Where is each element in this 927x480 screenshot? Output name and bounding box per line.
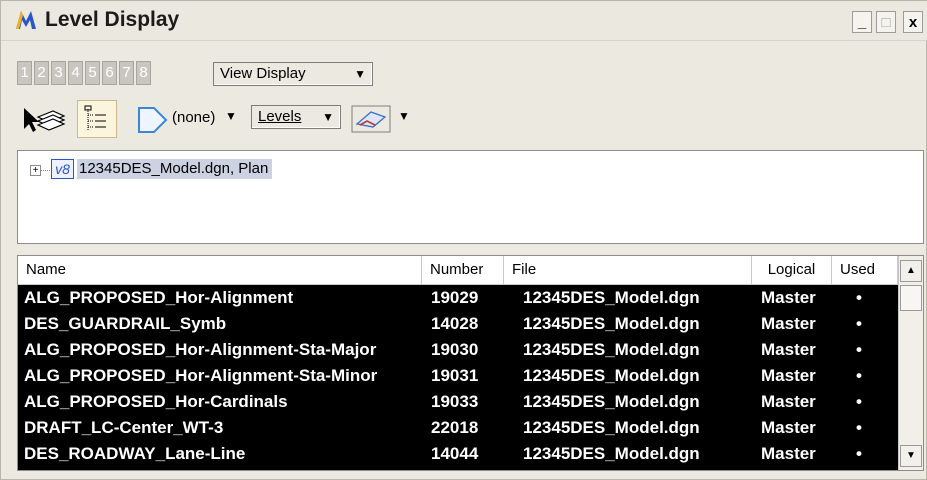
levels-dropdown[interactable]: Levels ▼: [251, 105, 341, 129]
column-header-name[interactable]: Name: [18, 256, 422, 284]
view-2-button[interactable]: 2: [34, 61, 49, 85]
tree-toggle-button[interactable]: [77, 100, 117, 138]
table-row[interactable]: ALG_PROPOSED_Hor-Alignment 19029 12345DE…: [18, 285, 898, 311]
cell-used: •: [856, 444, 862, 463]
cell-name: DES_ROADWAY_Lane-Line: [24, 444, 246, 463]
cell-file: 12345DES_Model.dgn: [523, 340, 700, 359]
filter-icon[interactable]: [136, 105, 170, 135]
cell-number: 22018: [431, 418, 479, 437]
tree-view-icon: [84, 105, 106, 131]
tree-item-model[interactable]: 12345DES_Model.dgn, Plan: [77, 159, 273, 179]
column-header-file[interactable]: File: [504, 256, 752, 284]
cell-file: 12345DES_Model.dgn: [523, 418, 700, 437]
cell-used: •: [856, 314, 862, 333]
scroll-down-button[interactable]: ▼: [900, 445, 922, 467]
table-row[interactable]: DRAFT_LC-Center_WT-3 22018 12345DES_Mode…: [18, 415, 898, 441]
level-manager-icon[interactable]: [21, 105, 67, 135]
levels-table: Name Number File Logical Used ALG_PROPOS…: [17, 255, 924, 471]
cell-used: •: [856, 366, 862, 385]
levels-value: Levels: [258, 108, 302, 125]
vertical-scrollbar[interactable]: ▲ ▼: [898, 256, 923, 470]
cell-name: ALG_PROPOSED_Hor-Alignment-Sta-Major: [24, 340, 377, 359]
cell-used: •: [856, 392, 862, 411]
cell-number: 19033: [431, 392, 479, 411]
scroll-up-button[interactable]: ▲: [900, 260, 922, 282]
table-row[interactable]: ALG_PROPOSED_Hor-Alignment-Sta-Minor 190…: [18, 363, 898, 389]
cell-file: 12345DES_Model.dgn: [523, 366, 700, 385]
file-tree-panel: + v8 12345DES_Model.dgn, Plan: [17, 150, 924, 244]
cell-number: 14028: [431, 314, 479, 333]
symbology-icon[interactable]: [351, 105, 391, 133]
view-7-button[interactable]: 7: [119, 61, 134, 85]
column-header-number[interactable]: Number: [422, 256, 504, 284]
chevron-down-icon: ▼: [322, 110, 334, 124]
view-4-button[interactable]: 4: [68, 61, 83, 85]
cell-file: 12345DES_Model.dgn: [523, 444, 700, 463]
minimize-button[interactable]: _: [852, 11, 872, 33]
cell-used: •: [856, 418, 862, 437]
maximize-button[interactable]: □: [876, 11, 896, 33]
microstation-icon: [16, 11, 36, 29]
cell-logical: Master: [761, 418, 816, 437]
cell-logical: Master: [761, 366, 816, 385]
tree-connector: [41, 170, 50, 171]
table-row[interactable]: ALG_PROPOSED_Hor-Cardinals 19033 12345DE…: [18, 389, 898, 415]
symbology-filter-value[interactable]: (none): [172, 109, 215, 126]
cell-number: 19030: [431, 340, 479, 359]
level-display-window: Level Display _ □ x 1 2 3 4 5 6 7 8 View…: [0, 0, 927, 480]
scroll-thumb[interactable]: [900, 285, 922, 311]
cell-name: ALG_PROPOSED_Hor-Cardinals: [24, 392, 288, 411]
cell-used: •: [856, 340, 862, 359]
cell-used: •: [856, 288, 862, 307]
window-title: Level Display: [45, 8, 180, 31]
cell-name: ALG_PROPOSED_Hor-Alignment: [24, 288, 294, 307]
cell-file: 12345DES_Model.dgn: [523, 288, 700, 307]
cell-logical: Master: [761, 288, 816, 307]
cell-number: 19031: [431, 366, 479, 385]
view-8-button[interactable]: 8: [136, 61, 151, 85]
title-bar[interactable]: Level Display _ □ x: [1, 1, 927, 41]
cell-logical: Master: [761, 444, 816, 463]
cell-number: 19029: [431, 288, 479, 307]
view-6-button[interactable]: 6: [102, 61, 117, 85]
v8-file-icon: v8: [51, 159, 74, 179]
table-row[interactable]: DES_GUARDRAIL_Symb 14028 12345DES_Model.…: [18, 311, 898, 337]
view-1-button[interactable]: 1: [17, 61, 32, 85]
close-button[interactable]: x: [903, 11, 923, 33]
chevron-down-icon[interactable]: ▼: [398, 109, 410, 123]
view-3-button[interactable]: 3: [51, 61, 66, 85]
cell-logical: Master: [761, 340, 816, 359]
column-header-used[interactable]: Used: [832, 256, 898, 284]
view-5-button[interactable]: 5: [85, 61, 100, 85]
view-display-value: View Display: [220, 65, 306, 82]
tree-expander[interactable]: +: [30, 165, 41, 176]
cell-name: DES_GUARDRAIL_Symb: [24, 314, 227, 333]
table-row[interactable]: ALG_PROPOSED_Hor-Alignment-Sta-Major 190…: [18, 337, 898, 363]
view-display-dropdown[interactable]: View Display ▼: [213, 62, 373, 86]
cell-file: 12345DES_Model.dgn: [523, 392, 700, 411]
chevron-down-icon[interactable]: ▼: [225, 109, 237, 123]
cell-logical: Master: [761, 314, 816, 333]
cell-number: 14044: [431, 444, 479, 463]
chevron-down-icon: ▼: [354, 67, 366, 81]
column-header-logical[interactable]: Logical: [752, 256, 832, 284]
cell-name: DRAFT_LC-Center_WT-3: [24, 418, 224, 437]
cell-name: ALG_PROPOSED_Hor-Alignment-Sta-Minor: [24, 366, 378, 385]
cell-logical: Master: [761, 392, 816, 411]
cell-file: 12345DES_Model.dgn: [523, 314, 700, 333]
table-row[interactable]: DES_ROADWAY_Lane-Line 14044 12345DES_Mod…: [18, 441, 898, 467]
table-header: Name Number File Logical Used: [18, 256, 898, 285]
